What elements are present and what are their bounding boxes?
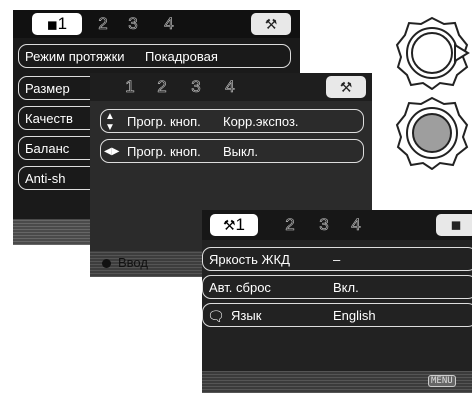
tab-2[interactable]: 2 (280, 214, 300, 236)
controller-dial-right-pressed (395, 15, 470, 91)
tab-4[interactable]: 4 (346, 214, 366, 236)
tab-bar: 1 2 3 4 ⚒ (90, 73, 372, 101)
camera-icon[interactable]: ◼ (436, 214, 472, 236)
menu-button-label: MENU (428, 375, 456, 387)
controller-dial-center-pressed (395, 95, 470, 171)
speech-bubble-icon: 🗨 (207, 308, 225, 324)
tab-2[interactable]: 2 (93, 13, 113, 35)
wrench-icon[interactable]: ⚒ (326, 76, 366, 98)
tab-1[interactable]: 1 (120, 76, 140, 98)
menu-row-custom-button-leftright[interactable]: ◀▶ Прогр. кноп. Выкл. (100, 139, 364, 163)
wrench-icon[interactable]: ⚒ (251, 13, 291, 35)
menu-row-language[interactable]: 🗨 Язык English (202, 303, 472, 327)
menu-row-drive-mode[interactable]: Режим протяжки Покадровая (18, 44, 291, 68)
tab-setup-1[interactable]: ⚒1 (210, 214, 258, 236)
wrench-icon: ⚒ (222, 217, 236, 233)
tab-3[interactable]: 3 (314, 214, 334, 236)
left-right-arrow-icon: ◀▶ (104, 146, 120, 157)
menu-row-custom-button-updown[interactable]: ▲ ▼ Прогр. кноп. Корр.экспоз. (100, 109, 364, 133)
enter-dot-icon (102, 259, 111, 268)
up-down-arrow-icon: ▲ ▼ (105, 111, 115, 133)
tab-4[interactable]: 4 (159, 13, 179, 35)
menu-row-auto-reset[interactable]: Авт. сброс Вкл. (202, 275, 472, 299)
menu-footer: MENU (202, 371, 472, 393)
tab-camera-1[interactable]: ◼1 (32, 13, 82, 35)
tab-4[interactable]: 4 (220, 76, 240, 98)
tab-bar: ⚒1 2 3 4 ◼ (202, 210, 472, 240)
tab-bar: ◼1 2 3 4 ⚒ (13, 10, 300, 38)
tab-3[interactable]: 3 (123, 13, 143, 35)
tab-2[interactable]: 2 (152, 76, 172, 98)
camera-icon: ◼ (46, 17, 58, 32)
menu-row-lcd-brightness[interactable]: Яркость ЖКД – (202, 247, 472, 271)
enter-label: Ввод (118, 255, 148, 270)
setup-menu-screen: ⚒1 2 3 4 ◼ Яркость ЖКД – Авт. сброс Вкл.… (202, 210, 472, 393)
tab-3[interactable]: 3 (186, 76, 206, 98)
